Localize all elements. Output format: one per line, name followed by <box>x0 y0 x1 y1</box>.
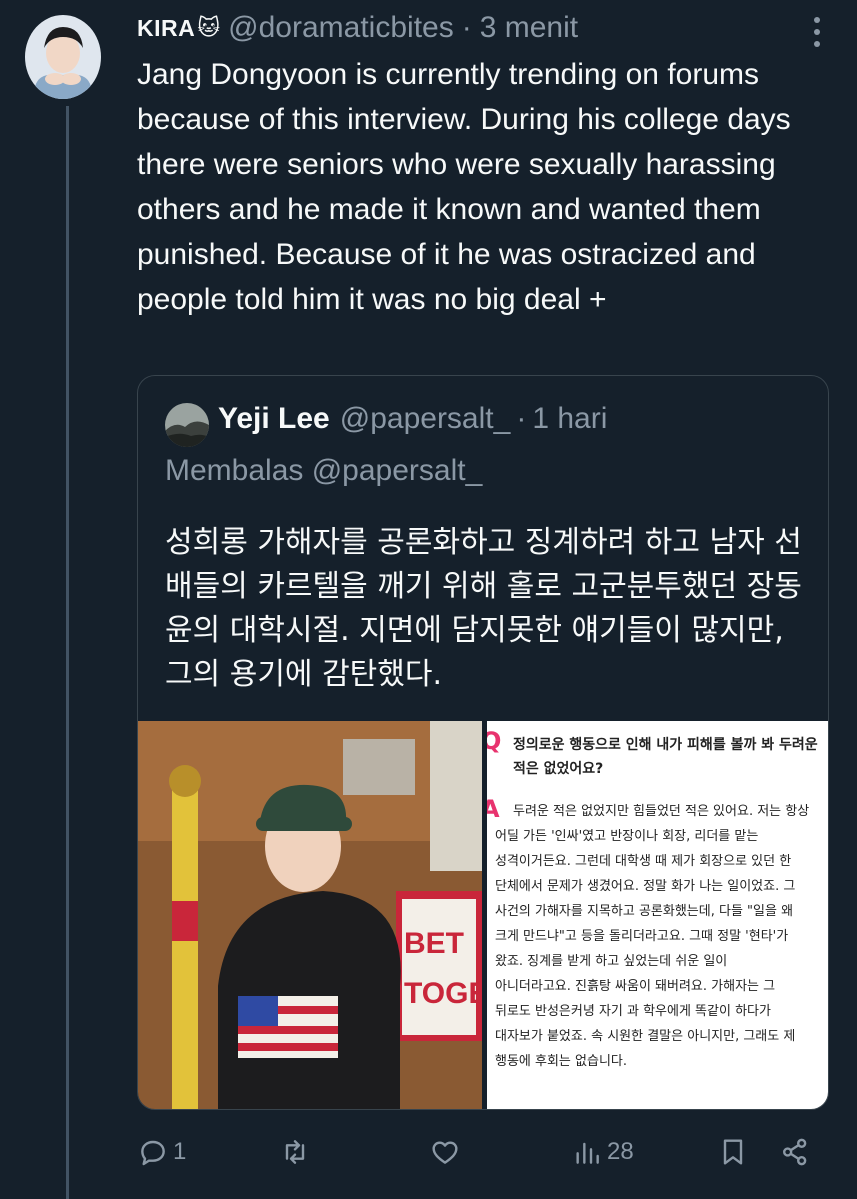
bookmark-button[interactable] <box>717 1130 749 1174</box>
reply-button[interactable]: 1 <box>137 1130 186 1174</box>
sign-text-1: BET <box>404 927 464 960</box>
retweet-button[interactable] <box>279 1130 315 1174</box>
quoted-tweet[interactable]: Yeji Lee @papersalt_ · 1 hari Membalas @… <box>137 375 829 1110</box>
thread-line <box>66 106 69 1199</box>
article-answer-line: 두려운 적은 없었지만 힘들었던 적은 있어요. 저는 항상 <box>513 804 810 819</box>
like-button[interactable] <box>429 1130 465 1174</box>
heart-icon <box>432 1141 458 1164</box>
article-answer-line: 성격이거든요. 그런데 대학생 때 제가 회장으로 있던 한 <box>495 854 792 869</box>
share-icon <box>783 1138 807 1166</box>
quote-article-image[interactable]: Q 정의로운 행동으로 인해 내가 피해를 볼까 봐 두려운 적은 없었어요? … <box>487 721 828 1109</box>
name-emoji: 🐱 <box>197 15 221 40</box>
article-answer-line: 크게 만드냐"고 등을 돌리더라고요. 그때 정말 '현타'가 <box>495 929 789 944</box>
quote-display-name[interactable]: Yeji Lee <box>218 402 330 436</box>
quote-avatar[interactable] <box>165 403 209 447</box>
tweet-text: Jang Dongyoon is currently trending on f… <box>137 58 791 316</box>
quote-avatar-photo <box>165 403 209 447</box>
display-name[interactable]: KIRA <box>137 15 195 42</box>
article-answer-line: 대자보가 붙었죠. 속 시원한 결말은 아니지만, 그래도 제 <box>495 1029 796 1044</box>
article-content: Q 정의로운 행동으로 인해 내가 피해를 볼까 봐 두려운 적은 없었어요? … <box>487 721 828 1109</box>
quote-timestamp[interactable]: 1 hari <box>532 402 607 436</box>
retweet-icon <box>285 1140 305 1164</box>
sign-text-2: TOGE <box>404 977 482 1010</box>
quote-text: 성희롱 가해자를 공론화하고 징계하려 하고 남자 선배들의 카르텔을 깨기 위… <box>165 525 802 692</box>
photo-illustration: BET TOGE <box>138 721 482 1109</box>
article-question: 정의로운 행동으로 인해 내가 피해를 볼까 봐 두려운 적은 없었어요? <box>513 733 828 781</box>
article-answer-line: 사건의 가해자를 지목하고 공론화했는데, 다들 "일을 왜 <box>495 904 794 919</box>
reply-count: 1 <box>173 1138 187 1165</box>
bookmark-icon <box>723 1139 743 1165</box>
action-bar: 1 28 <box>137 1130 827 1174</box>
tweet-header: KIRA 🐱 @doramaticbites · 3 menit <box>137 8 578 48</box>
separator-dot: · <box>461 11 472 44</box>
handle[interactable]: @doramaticbites <box>228 11 454 45</box>
quote-header: Yeji Lee @papersalt_ · 1 hari <box>218 402 607 436</box>
avatar[interactable] <box>25 15 101 99</box>
views-icon <box>576 1142 599 1164</box>
article-answer-line: 아니더라고요. 진흙탕 싸움이 돼버려요. 가해자는 그 <box>495 979 776 994</box>
article-answer-line: 행동에 후회는 없습니다. <box>495 1054 627 1069</box>
avatar-photo <box>25 15 101 99</box>
article-answer-line: 단체에서 문제가 생겼어요. 정말 화가 나는 일이었죠. 그 <box>495 879 796 894</box>
timestamp[interactable]: 3 menit <box>480 11 578 45</box>
quote-separator-dot: · <box>516 402 527 435</box>
article-question-line: 적은 없었어요? <box>513 761 604 777</box>
more-options-icon[interactable] <box>807 15 827 49</box>
views-count: 28 <box>607 1138 634 1165</box>
article-question-line: 정의로운 행동으로 인해 내가 피해를 볼까 봐 두려운 <box>513 737 818 753</box>
article-answer-line: 왔죠. 징계를 받게 하고 싶었는데 쉬운 일이 <box>495 954 728 969</box>
article-answer-line: 어딜 가든 '인싸'였고 반장이나 회장, 리더를 맡는 <box>495 829 759 844</box>
quote-reply-to[interactable]: Membalas @papersalt_ <box>165 454 482 488</box>
article-q-mark: Q <box>487 727 501 755</box>
views-button[interactable]: 28 <box>571 1130 634 1174</box>
reply-icon <box>141 1140 165 1166</box>
quote-handle[interactable]: @papersalt_ <box>340 402 511 436</box>
article-answer: 두려운 적은 없었지만 힘들었던 적은 있어요. 저는 항상 어딜 가든 '인싸… <box>495 799 828 1074</box>
article-answer-line: 뒤로도 반성은커녕 자기 과 학우에게 똑같이 하다가 <box>495 1004 771 1019</box>
quote-photo[interactable]: BET TOGE <box>138 721 482 1109</box>
share-button[interactable] <box>779 1130 811 1174</box>
